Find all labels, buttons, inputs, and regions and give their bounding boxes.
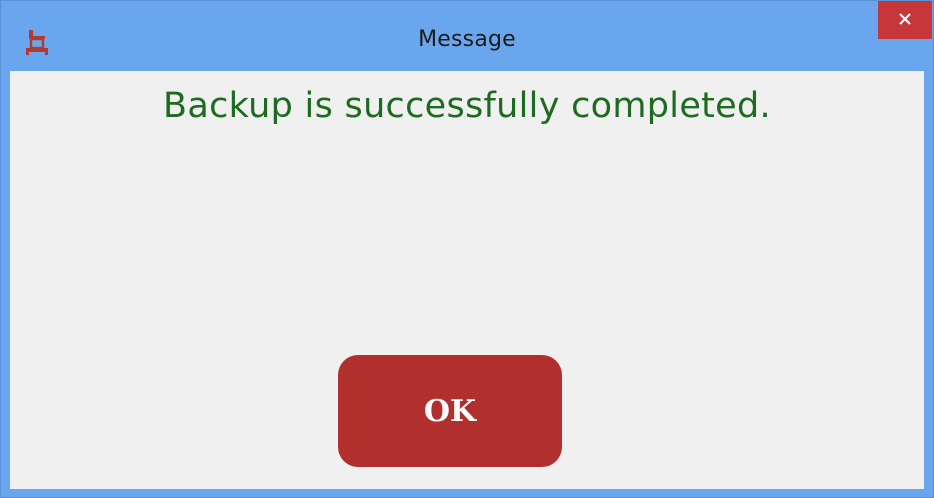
window-title: Message — [418, 27, 516, 52]
ok-button[interactable]: OK — [338, 355, 562, 467]
dialog-body: Backup is successfully completed. OK — [10, 71, 924, 489]
close-icon — [898, 11, 912, 30]
message-dialog-window: Message Backup is successfully completed… — [0, 0, 934, 498]
success-message: Backup is successfully completed. — [163, 86, 771, 126]
close-button[interactable] — [878, 1, 932, 39]
title-bar[interactable]: Message — [1, 1, 933, 71]
